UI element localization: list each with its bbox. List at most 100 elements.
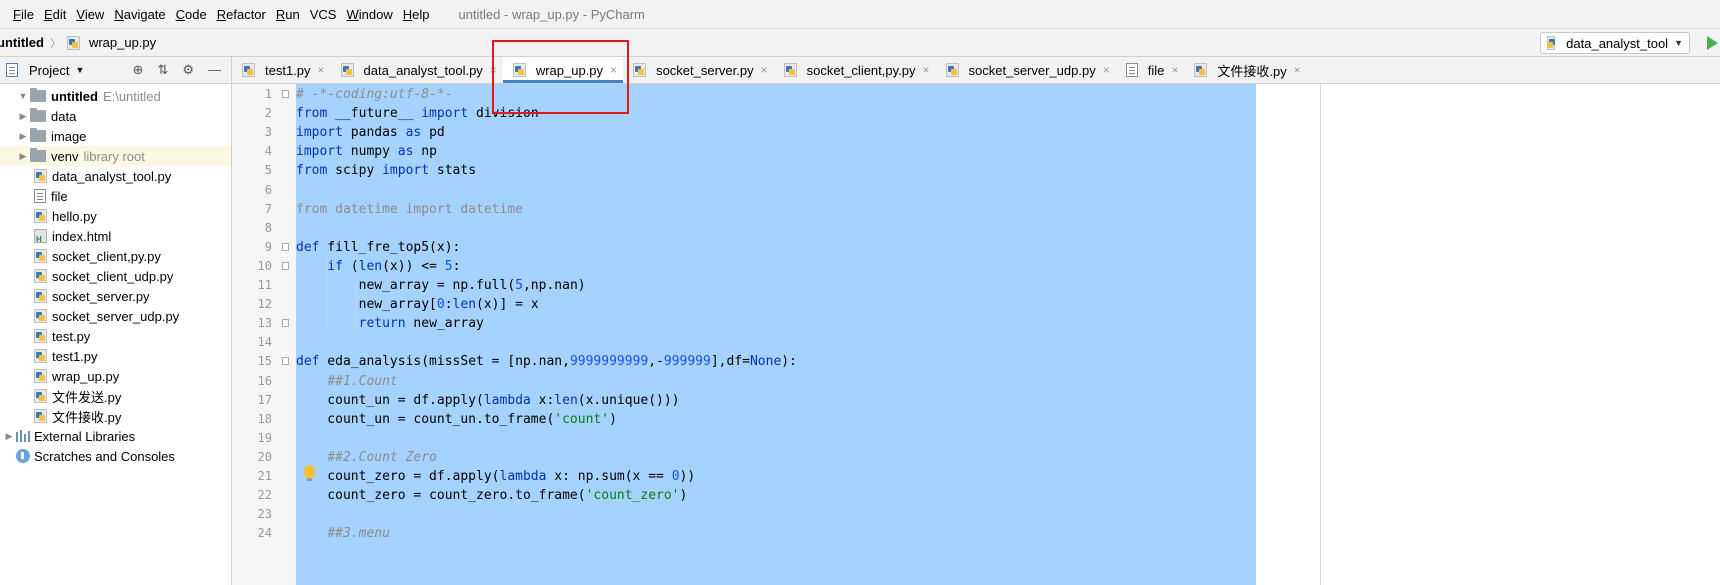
line-number: 22 xyxy=(257,488,272,503)
close-icon[interactable]: × xyxy=(1103,63,1110,77)
fold-icon[interactable] xyxy=(282,357,289,366)
fold-icon[interactable] xyxy=(282,242,289,251)
tree-root[interactable]: ▼ untitled E:\untitled xyxy=(0,86,231,106)
tree-file[interactable]: socket_client_udp.py xyxy=(0,266,231,286)
expand-right-icon[interactable]: ▶ xyxy=(16,111,30,122)
tree-folder-image[interactable]: ▶ image xyxy=(0,126,231,146)
close-icon[interactable]: × xyxy=(761,63,768,77)
close-icon[interactable]: × xyxy=(318,63,325,77)
close-icon[interactable]: × xyxy=(1294,63,1301,77)
menu-code[interactable]: Code xyxy=(171,7,212,22)
gear-icon[interactable]: ⚙ xyxy=(182,62,194,78)
tree-file[interactable]: file xyxy=(0,186,231,206)
line-number: 17 xyxy=(257,392,272,407)
editor-tab[interactable]: file × xyxy=(1116,57,1185,83)
fold-icon[interactable] xyxy=(282,90,289,98)
line-number: 10 xyxy=(257,258,272,273)
project-tool-window: Project ▼ ⊕ ⇅ ⚙ — ▼ untitled E:\untitled… xyxy=(0,57,232,585)
expand-right-icon[interactable]: ▶ xyxy=(2,431,16,442)
menu-navigate[interactable]: Navigate xyxy=(109,7,170,22)
menu-window[interactable]: Window xyxy=(341,7,397,22)
tree-file[interactable]: test1.py xyxy=(0,346,231,366)
menu-file[interactable]: File xyxy=(8,7,39,22)
library-icon xyxy=(16,430,30,442)
project-panel-title[interactable]: Project xyxy=(29,63,69,78)
tree-file[interactable]: index.html xyxy=(0,226,231,246)
chevron-down-icon[interactable]: ▼ xyxy=(75,65,84,75)
editor-tab[interactable]: socket_client,py.py × xyxy=(774,57,936,83)
line-number: 8 xyxy=(264,220,272,235)
annotation-highlight-box xyxy=(492,40,629,114)
code-editor[interactable]: 1 2 3 4 5 6 7 8 9 10 11 12 13 14 15 16 17 18 19 20 21 22 23 24 … xyxy=(232,84,1720,585)
tree-file[interactable]: data_analyst_tool.py xyxy=(0,166,231,186)
line-number: 13 xyxy=(257,316,272,331)
run-button[interactable] xyxy=(1707,36,1718,50)
line-number: 23 xyxy=(257,507,272,522)
python-file-icon xyxy=(66,35,80,50)
text-file-icon xyxy=(1125,63,1138,77)
editor-tab[interactable]: socket_server_udp.py × xyxy=(936,57,1116,83)
close-icon[interactable]: × xyxy=(1171,63,1178,77)
menu-view[interactable]: View xyxy=(71,7,109,22)
tree-external-libraries[interactable]: ▶ External Libraries xyxy=(0,426,231,446)
menu-help[interactable]: Help xyxy=(398,7,435,22)
tree-file[interactable]: hello.py xyxy=(0,206,231,226)
editor-tab[interactable]: 文件接收.py × xyxy=(1184,57,1306,83)
line-number: 12 xyxy=(257,297,272,312)
line-number: 9 xyxy=(264,239,272,254)
line-number: 18 xyxy=(257,411,272,426)
folder-icon xyxy=(30,148,46,162)
tree-file[interactable]: socket_client,py.py xyxy=(0,246,231,266)
locate-icon[interactable]: ⊕ xyxy=(133,62,144,78)
project-panel-header: Project ▼ ⊕ ⇅ ⚙ — xyxy=(0,57,231,84)
editor-tab[interactable]: test1.py × xyxy=(232,57,331,83)
folder-icon xyxy=(30,128,46,142)
code-line: new_array = np.full(5,np.nan) xyxy=(296,278,586,293)
tree-file[interactable]: socket_server_udp.py xyxy=(0,306,231,326)
tree-file[interactable]: 文件发送.py xyxy=(0,386,231,406)
tree-file[interactable]: 文件接收.py xyxy=(0,406,231,426)
expand-right-icon[interactable]: ▶ xyxy=(16,131,30,142)
fold-icon[interactable] xyxy=(282,319,289,328)
code-line: count_zero = count_zero.to_frame('count_… xyxy=(296,488,688,504)
fold-icon[interactable] xyxy=(282,261,289,270)
tree-file[interactable]: wrap_up.py xyxy=(0,366,231,386)
breadcrumb-project[interactable]: untitled xyxy=(0,35,44,50)
minimize-icon[interactable]: — xyxy=(208,62,221,78)
code-line: def fill_fre_top5(x): xyxy=(296,239,461,255)
tree-folder-venv[interactable]: ▶ venv library root xyxy=(0,146,231,166)
line-number: 16 xyxy=(257,373,272,388)
text-file-icon xyxy=(34,189,46,203)
project-tree: ▼ untitled E:\untitled ▶ data ▶ image ▶ venv l… xyxy=(0,84,231,466)
breadcrumb-file[interactable]: wrap_up.py xyxy=(66,35,156,50)
line-number: 3 xyxy=(264,125,272,140)
code-area[interactable]: # -*-coding:utf-8-*- from __future__ impo… xyxy=(296,84,1720,585)
expand-down-icon[interactable]: ▼ xyxy=(16,91,30,101)
line-number: 15 xyxy=(257,354,272,369)
folder-icon xyxy=(30,88,46,102)
menu-run[interactable]: Run xyxy=(271,7,305,22)
code-line: ##3.menu xyxy=(327,526,390,542)
menu-vcs[interactable]: VCS xyxy=(305,7,342,22)
run-configuration-select[interactable]: data_analyst_tool ▼ xyxy=(1540,32,1690,54)
text-selection xyxy=(296,84,1256,585)
editor-tab[interactable]: data_analyst_tool.py × xyxy=(331,57,503,83)
navigation-bar: untitled 〉 wrap_up.py data_analyst_tool … xyxy=(0,28,1720,57)
code-line: count_zero = df.apply(lambda x: np.sum(x… xyxy=(296,469,696,484)
code-line: if (len(x)) <= 5: xyxy=(327,258,461,274)
tree-file[interactable]: socket_server.py xyxy=(0,286,231,306)
tree-file[interactable]: test.py xyxy=(0,326,231,346)
lightbulb-icon[interactable] xyxy=(304,465,315,481)
tree-folder-data[interactable]: ▶ data xyxy=(0,106,231,126)
menu-edit[interactable]: Edit xyxy=(39,7,71,22)
expand-right-icon[interactable]: ▶ xyxy=(16,151,30,162)
line-number: 21 xyxy=(257,469,272,483)
line-number: 7 xyxy=(264,201,272,216)
python-file-icon xyxy=(34,309,47,323)
tree-scratches[interactable]: Scratches and Consoles xyxy=(0,446,231,466)
editor-tab[interactable]: socket_server.py × xyxy=(623,57,774,83)
close-icon[interactable]: × xyxy=(923,63,930,77)
collapse-all-icon[interactable]: ⇅ xyxy=(157,62,168,78)
python-file-icon xyxy=(945,63,959,77)
menu-refactor[interactable]: Refactor xyxy=(212,7,271,22)
